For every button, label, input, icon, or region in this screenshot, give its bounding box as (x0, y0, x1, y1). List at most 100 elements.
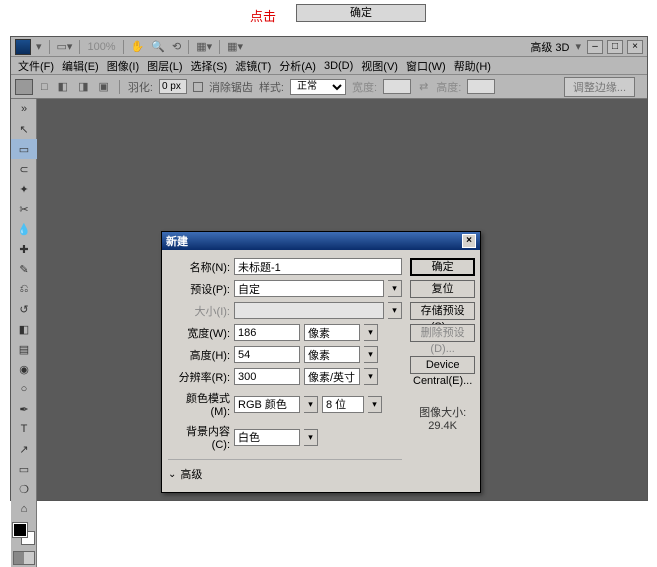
menu-edit[interactable]: 编辑(E) (59, 58, 102, 74)
workspace-label[interactable]: 高级 3D (530, 39, 569, 55)
width-input[interactable] (234, 324, 300, 341)
gradient-tool[interactable]: ▤ (11, 339, 37, 359)
pen-tool[interactable]: ✒ (11, 399, 37, 419)
height-input[interactable] (234, 346, 300, 363)
device-central-button[interactable]: Device Central(E)... (410, 356, 475, 374)
cancel-button[interactable]: 复位 (410, 280, 475, 298)
wand-tool[interactable]: ✦ (11, 179, 37, 199)
width-unit-drop-icon[interactable]: ▾ (364, 324, 378, 341)
collapse-icon[interactable]: » (11, 99, 37, 119)
save-preset-button[interactable]: 存储预设(S)... (410, 302, 475, 320)
menu-layer[interactable]: 图层(L) (144, 58, 185, 74)
depth-drop-icon[interactable]: ▾ (368, 396, 382, 413)
depth-select[interactable] (322, 396, 364, 413)
marquee-mode-sub-icon[interactable]: ◨ (76, 80, 90, 93)
lasso-tool[interactable]: ⊂ (11, 159, 37, 179)
opt-width-input (383, 79, 411, 94)
history-brush-tool[interactable]: ↺ (11, 299, 37, 319)
width-unit-select[interactable] (304, 324, 360, 341)
size-label: 大小(I): (168, 303, 230, 319)
style-label: 样式: (259, 79, 284, 95)
maximize-button[interactable]: □ (607, 40, 623, 54)
opt-height-label: 高度: (436, 79, 461, 95)
mode-select[interactable] (234, 396, 300, 413)
zoom-icon[interactable]: 🔍 (149, 40, 167, 53)
menu-file[interactable]: 文件(F) (15, 58, 57, 74)
height-unit-select[interactable] (304, 346, 360, 363)
toolbox: » ↖ ▭ ⊂ ✦ ✂ 💧 ✚ ✎ ⎌ ↺ ◧ ▤ ◉ ○ ✒ T ↗ ▭ ❍ … (11, 99, 37, 567)
height-label: 高度(H): (168, 347, 230, 363)
advanced-label: 高级 (180, 466, 202, 482)
height-unit-drop-icon[interactable]: ▾ (364, 346, 378, 363)
extras-icon[interactable]: ▦▾ (225, 40, 245, 53)
minimize-button[interactable]: – (587, 40, 603, 54)
res-unit-drop-icon[interactable]: ▾ (364, 368, 378, 385)
marquee-mode-int-icon[interactable]: ▣ (96, 80, 110, 93)
menu-select[interactable]: 选择(S) (188, 58, 231, 74)
res-input[interactable] (234, 368, 300, 385)
marquee-mode-icon[interactable]: □ (39, 81, 50, 93)
eraser-tool[interactable]: ◧ (11, 319, 37, 339)
dialog-title: 新建 (166, 233, 188, 249)
size-drop-icon: ▾ (388, 302, 402, 319)
chevron-icon: ⌄ (168, 469, 176, 480)
tool-preset-icon[interactable] (15, 79, 33, 95)
bg-drop-icon[interactable]: ▾ (304, 429, 318, 446)
history-icon[interactable]: ▾ (34, 40, 44, 53)
new-dialog: 新建 × 名称(N): 预设(P): ▾ 大小(I): ▾ 宽度(W): (161, 231, 481, 493)
heal-tool[interactable]: ✚ (11, 239, 37, 259)
marquee-tool[interactable]: ▭ (11, 139, 37, 159)
antialias-checkbox (193, 82, 203, 92)
quickmask-toggle[interactable] (13, 551, 35, 565)
advanced-toggle[interactable]: ⌄ 高级 (168, 459, 402, 482)
menu-view[interactable]: 视图(V) (358, 58, 401, 74)
name-input[interactable] (234, 258, 402, 275)
mode-drop-icon[interactable]: ▾ (304, 396, 318, 413)
3d-cam-tool[interactable]: ⌂ (11, 499, 37, 519)
zoom-level[interactable]: 100% (85, 41, 117, 53)
menu-window[interactable]: 窗口(W) (403, 58, 449, 74)
rotate-icon[interactable]: ⟲ (170, 40, 183, 53)
type-tool[interactable]: T (11, 419, 37, 439)
app-icon (15, 39, 31, 55)
hand-icon[interactable]: ✋ (129, 40, 147, 53)
dodge-tool[interactable]: ○ (11, 379, 37, 399)
annotation-ok-button[interactable]: 确定 (296, 4, 426, 22)
titlebar: ▾ ▭▾ 100% ✋ 🔍 ⟲ ▦▾ ▦▾ 高级 3D ▾ – □ × (11, 37, 647, 57)
eyedropper-tool[interactable]: 💧 (11, 219, 37, 239)
dialog-close-button[interactable]: × (462, 234, 476, 248)
bg-select[interactable] (234, 429, 300, 446)
menu-3d[interactable]: 3D(D) (321, 60, 356, 72)
dialog-titlebar[interactable]: 新建 × (162, 232, 480, 250)
swap-wh-icon: ⇄ (417, 80, 430, 93)
shape-tool[interactable]: ▭ (11, 459, 37, 479)
opt-height-input (467, 79, 495, 94)
res-unit-select[interactable] (304, 368, 360, 385)
app-window: ▾ ▭▾ 100% ✋ 🔍 ⟲ ▦▾ ▦▾ 高级 3D ▾ – □ × 文件(F… (10, 36, 648, 501)
marquee-mode-add-icon[interactable]: ◧ (56, 80, 70, 93)
color-swatches[interactable] (13, 523, 35, 545)
size-select (234, 302, 384, 319)
path-tool[interactable]: ↗ (11, 439, 37, 459)
ok-button[interactable]: 确定 (410, 258, 475, 276)
crop-tool[interactable]: ✂ (11, 199, 37, 219)
style-select[interactable]: 正常 (290, 79, 346, 95)
arrange-icon[interactable]: ▦▾ (194, 40, 214, 53)
preset-drop-icon[interactable]: ▾ (388, 280, 402, 297)
feather-input[interactable] (159, 79, 187, 94)
screen-mode-icon[interactable]: ▭▾ (55, 40, 75, 53)
stamp-tool[interactable]: ⎌ (11, 279, 37, 299)
menu-help[interactable]: 帮助(H) (451, 58, 494, 74)
blur-tool[interactable]: ◉ (11, 359, 37, 379)
bg-label: 背景内容(C): (168, 423, 230, 451)
move-tool[interactable]: ↖ (11, 119, 37, 139)
preset-select[interactable] (234, 280, 384, 297)
menu-image[interactable]: 图像(I) (104, 58, 142, 74)
3d-tool[interactable]: ❍ (11, 479, 37, 499)
res-label: 分辨率(R): (168, 369, 230, 385)
close-button[interactable]: × (627, 40, 643, 54)
fg-color-swatch[interactable] (13, 523, 27, 537)
brush-tool[interactable]: ✎ (11, 259, 37, 279)
menu-analysis[interactable]: 分析(A) (276, 58, 319, 74)
menu-filter[interactable]: 滤镜(T) (232, 58, 274, 74)
